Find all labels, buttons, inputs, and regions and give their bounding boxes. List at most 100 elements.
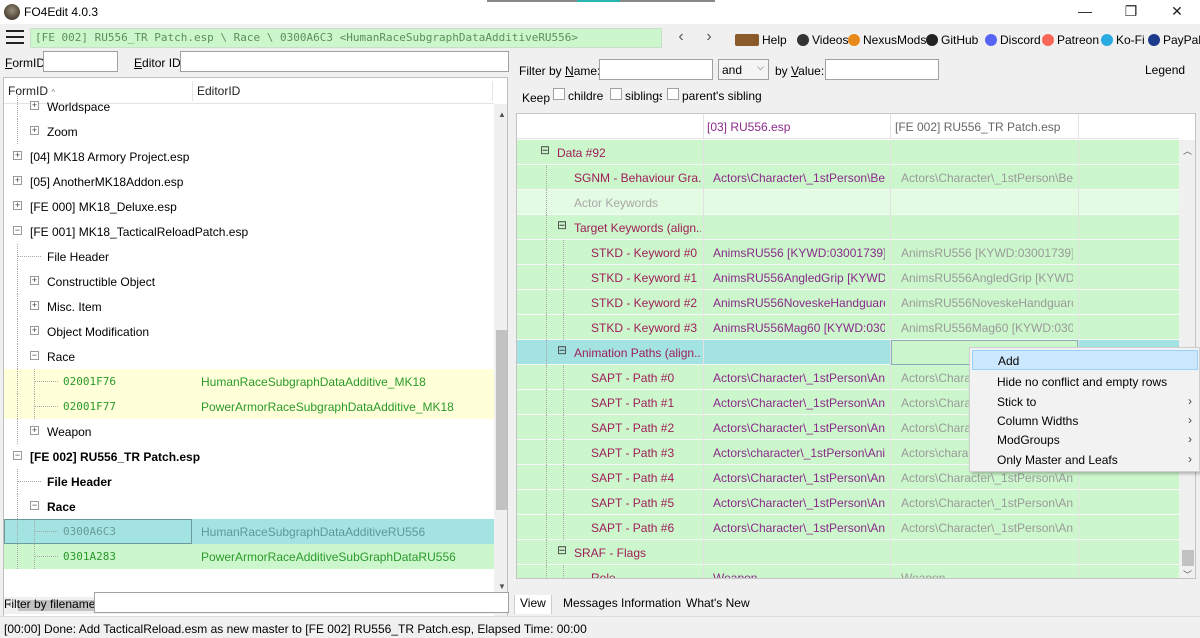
record-path-field[interactable]: [FE 002] RU556_TR Patch.esp \ Race \ 030… (30, 28, 662, 48)
collapse-icon[interactable]: − (30, 501, 39, 510)
siblings-checkbox[interactable] (610, 88, 622, 100)
column-header-master[interactable]: [03] RU556.esp (707, 120, 790, 134)
column-header-patch[interactable]: [FE 002] RU556_TR Patch.esp (895, 120, 1060, 134)
grid-patch-value: Actors\Charac (901, 396, 978, 410)
tree-record-row[interactable]: 02001F77 PowerArmorRaceSubgraphDataAdditi… (4, 394, 494, 419)
tree-record-row[interactable]: 0300A6C3 HumanRaceSubgraphDataAdditiveRU5… (4, 519, 494, 544)
record-compare-grid[interactable]: [03] RU556.esp [FE 002] RU556_TR Patch.e… (516, 113, 1196, 579)
grid-row[interactable]: STKD - Keyword #0 AnimsRU556 [KYWD:030017… (517, 240, 1179, 265)
collapse-icon[interactable]: ⊟ (540, 144, 550, 156)
tree-node-row[interactable]: + [04] MK18 Armory Project.esp (4, 144, 494, 169)
tree-vertical-scrollbar[interactable]: ▲ ▼ (494, 104, 507, 622)
tree-node-row[interactable]: − Race (4, 494, 494, 519)
grid-row[interactable]: STKD - Keyword #2 AnimsRU556NoveskeHandgu… (517, 290, 1179, 315)
close-icon[interactable]: ✕ (1154, 0, 1200, 24)
tree-node-row[interactable]: + Weapon (4, 419, 494, 444)
expand-icon[interactable]: + (30, 426, 39, 435)
grid-row[interactable]: STKD - Keyword #1 AnimsRU556AngledGrip [K… (517, 265, 1179, 290)
parents-sibling-checkbox[interactable] (667, 88, 679, 100)
collapse-icon[interactable]: − (30, 351, 39, 360)
grid-row[interactable]: STKD - Keyword #3 AnimsRU556Mag60 [KYWD:0… (517, 315, 1179, 340)
expand-icon[interactable]: + (30, 326, 39, 335)
tab-view[interactable]: View (514, 595, 552, 614)
tree-node-row[interactable]: − [FE 002] RU556_TR Patch.esp (4, 444, 494, 469)
expand-icon[interactable]: + (13, 176, 22, 185)
scrollbar-thumb[interactable] (496, 330, 507, 510)
discord-icon (985, 34, 997, 46)
menu-item-add[interactable]: Add (972, 350, 1198, 370)
tree-node-row[interactable]: − [FE 001] MK18_TacticalReloadPatch.esp (4, 219, 494, 244)
forward-arrow-icon[interactable]: › (700, 29, 718, 47)
tree-node-row[interactable]: + Misc. Item (4, 294, 494, 319)
tree-node-row[interactable]: + Worldspace (4, 94, 494, 119)
filter-by-value-input[interactable] (825, 59, 939, 80)
collapse-icon[interactable]: ⊟ (557, 544, 567, 556)
grid-master-value: Actors\Character\_1stPerson\Ani... (713, 371, 885, 385)
back-arrow-icon[interactable]: ‹ (672, 29, 690, 47)
tab-messages[interactable]: Messages (558, 595, 623, 614)
hamburger-menu-icon[interactable] (6, 30, 24, 44)
toolbar-link-kofi[interactable]: Ko-Fi (1101, 32, 1145, 48)
menu-item-column-widths[interactable]: Column Widths › (972, 411, 1198, 430)
toolbar-link-patreon[interactable]: Patreon (1042, 32, 1099, 48)
menu-item-stick-to[interactable]: Stick to › (972, 392, 1198, 411)
grid-patch-value: Actors\Charac (901, 421, 978, 435)
collapse-icon[interactable]: − (13, 226, 22, 235)
grid-row[interactable]: SAPT - Path #6 Actors\Character\_1stPerso… (517, 515, 1179, 540)
chevron-down-icon: ⌵ (757, 62, 764, 72)
toolbar-link-videos[interactable]: Videos (797, 32, 848, 48)
expand-icon[interactable]: + (13, 151, 22, 160)
toolbar-link-discord[interactable]: Discord (985, 32, 1041, 48)
grid-row[interactable]: Actor Keywords (517, 190, 1179, 215)
filter-by-name-input[interactable] (599, 59, 713, 80)
collapse-icon[interactable]: ⊟ (557, 219, 567, 231)
toolbar-link-nexusmods[interactable]: NexusMods (848, 32, 926, 48)
minimize-icon[interactable]: — (1062, 0, 1108, 24)
grid-row[interactable]: ⊟ Data #92 (517, 140, 1179, 165)
tab-whatsnew[interactable]: What's New (681, 595, 755, 614)
scrollbar-thumb[interactable] (1182, 550, 1194, 566)
menu-item-only-master-and-leafs[interactable]: Only Master and Leafs › (972, 450, 1198, 469)
tree-node-row[interactable]: File Header (4, 469, 494, 494)
toolbar-link-github[interactable]: GitHub (926, 32, 978, 48)
tree-node-row[interactable]: File Header (4, 244, 494, 269)
grid-row[interactable]: ⊟ SRAF - Flags (517, 540, 1179, 565)
legend-button[interactable]: Legend (1145, 63, 1185, 77)
grid-row[interactable]: ⊟ Target Keywords (align... (517, 215, 1179, 240)
grid-field-name: SAPT - Path #2 (591, 421, 675, 435)
menu-item-modgroups[interactable]: ModGroups › (972, 430, 1198, 449)
toolbar-link-help[interactable]: Help (735, 32, 787, 48)
grid-row[interactable]: Role Weapon Weapon (517, 565, 1179, 579)
children-checkbox[interactable] (553, 88, 565, 100)
tree-node-row[interactable]: + Object Modification (4, 319, 494, 344)
tree-node-row[interactable]: + Constructible Object (4, 269, 494, 294)
collapse-icon[interactable]: − (13, 451, 22, 460)
menu-item-hide-no-conflict-and-empty-rows[interactable]: Hide no conflict and empty rows (972, 372, 1198, 391)
grid-row[interactable]: SAPT - Path #5 Actors\Character\_1stPerso… (517, 490, 1179, 515)
toolbar-link-paypal[interactable]: PayPal (1148, 32, 1200, 48)
maximize-icon[interactable]: ❐ (1108, 0, 1154, 24)
filter-logic-select[interactable]: and ⌵ (718, 59, 769, 80)
expand-icon[interactable]: + (30, 126, 39, 135)
tree-node-row[interactable]: − Race (4, 344, 494, 369)
tree-record-row[interactable]: 02001F76 HumanRaceSubgraphDataAdditive_MK… (4, 369, 494, 394)
grid-patch-value: Weapon (901, 571, 946, 579)
tree-node-row[interactable]: + [FE 000] MK18_Deluxe.esp (4, 194, 494, 219)
filename-filter-input[interactable] (94, 592, 509, 613)
formid-filter-input[interactable] (43, 51, 118, 72)
tree-record-row[interactable]: 0301A283 PowerArmorRaceAdditiveSubGraphDa… (4, 544, 494, 569)
expand-icon[interactable]: + (13, 201, 22, 210)
tab-information[interactable]: Information (616, 595, 686, 614)
tree-node-row[interactable]: + [05] AnotherMK18Addon.esp (4, 169, 494, 194)
tree-node-label: Zoom (47, 125, 78, 139)
grid-row[interactable]: SGNM - Behaviour Gra... Actors\Character\… (517, 165, 1179, 190)
toolbar-link-label: GitHub (941, 33, 979, 47)
collapse-icon[interactable]: ⊟ (557, 344, 567, 356)
expand-icon[interactable]: + (30, 276, 39, 285)
tree-node-row[interactable]: + Zoom (4, 119, 494, 144)
expand-icon[interactable]: + (30, 101, 39, 110)
grid-patch-value: AnimsRU556NoveskeHandguard ... (901, 296, 1073, 310)
editorid-filter-input[interactable] (180, 51, 509, 72)
record-tree[interactable]: FormID ^ EditorID + Worldspace + Zoom + [04] … (3, 77, 508, 637)
expand-icon[interactable]: + (30, 301, 39, 310)
